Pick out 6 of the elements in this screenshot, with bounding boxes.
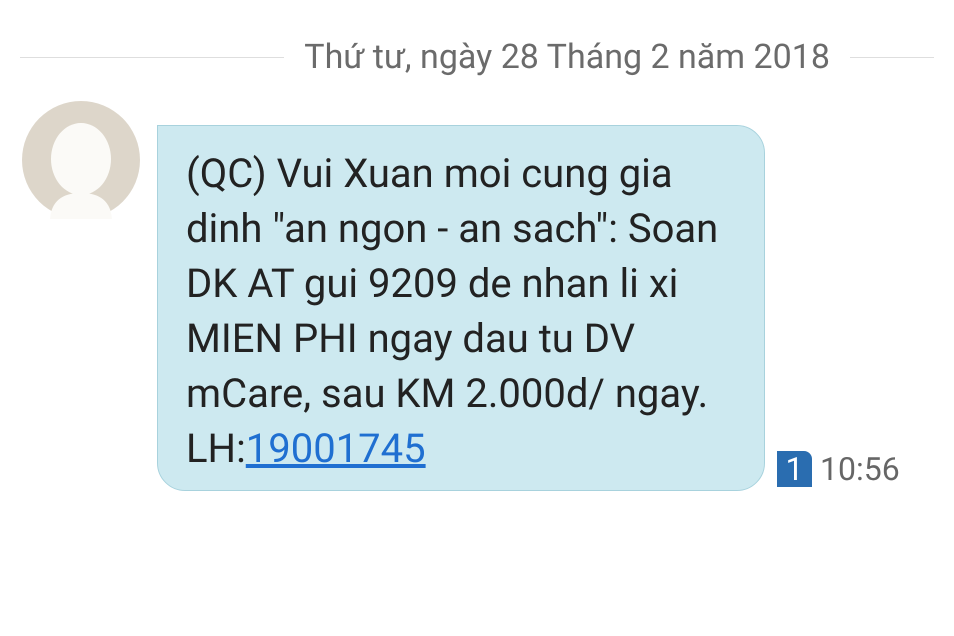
date-divider: Thứ tư, ngày 28 Tháng 2 năm 2018	[303, 36, 831, 79]
message-time: 10:56	[820, 449, 900, 489]
message-text: (QC) Vui Xuan moi cung gia dinh "an ngon - an sach": Soan DK AT gui 9209 de nhan li xi MIEN PHI ngay dau tu DV mCare, sau KM 2.000d/ ngay. LH:19001745	[186, 149, 720, 474]
sim-badge: 1	[777, 451, 812, 487]
avatar-icon	[22, 101, 140, 219]
phone-link[interactable]: 19001745	[246, 425, 426, 472]
